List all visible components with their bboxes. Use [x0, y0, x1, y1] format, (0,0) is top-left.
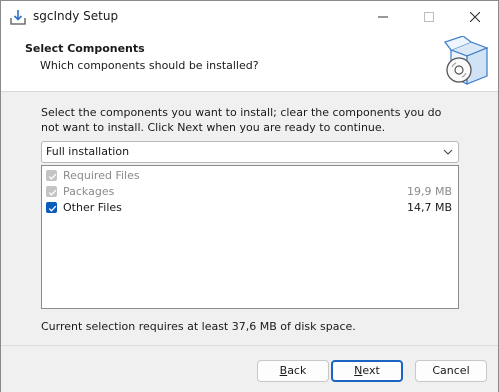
cancel-button[interactable]: Cancel	[415, 360, 487, 382]
setup-window: sgcIndy Setup Select Components Which co…	[0, 0, 499, 392]
checkbox[interactable]	[46, 202, 57, 213]
checkbox	[46, 186, 57, 197]
close-icon	[470, 11, 480, 22]
chevron-down-icon	[443, 147, 453, 157]
checkmark-icon	[48, 205, 57, 212]
next-button[interactable]: Next	[331, 360, 403, 382]
components-list[interactable]: Required Files Packages 19,9 MB Other Fi…	[41, 165, 459, 309]
component-label: Other Files	[63, 201, 122, 214]
checkbox	[46, 170, 57, 181]
close-button[interactable]	[452, 1, 498, 32]
back-button[interactable]: Back	[257, 360, 329, 382]
title-bar[interactable]: sgcIndy Setup	[1, 1, 498, 32]
maximize-button[interactable]	[406, 1, 452, 32]
window-title: sgcIndy Setup	[33, 9, 119, 23]
wizard-header: Select Components Which components shoul…	[1, 32, 498, 92]
maximize-icon	[424, 11, 434, 22]
install-type-value: Full installation	[46, 145, 130, 158]
instructions-text: Select the components you want to instal…	[41, 106, 442, 134]
component-label: Packages	[63, 185, 115, 198]
minimize-button[interactable]	[360, 1, 406, 32]
checkmark-icon	[48, 173, 57, 180]
component-size: 14,7 MB	[406, 201, 452, 214]
install-type-dropdown[interactable]: Full installation	[41, 141, 459, 163]
installer-icon	[9, 8, 27, 26]
component-item-other-files[interactable]: Other Files 14,7 MB	[45, 200, 455, 216]
minimize-icon	[378, 16, 388, 17]
component-label: Required Files	[63, 169, 140, 182]
button-bar: Back Next Cancel	[1, 345, 498, 392]
component-item-packages: Packages 19,9 MB	[45, 184, 455, 200]
component-item-required-files: Required Files	[45, 168, 455, 184]
disk-space-text: Current selection requires at least 37,6…	[41, 320, 356, 333]
page-title: Select Components	[25, 42, 145, 55]
component-size: 19,9 MB	[406, 185, 452, 198]
page-subtitle: Which components should be installed?	[40, 59, 259, 72]
box-with-disc-icon	[441, 35, 493, 88]
checkmark-icon	[48, 189, 57, 196]
